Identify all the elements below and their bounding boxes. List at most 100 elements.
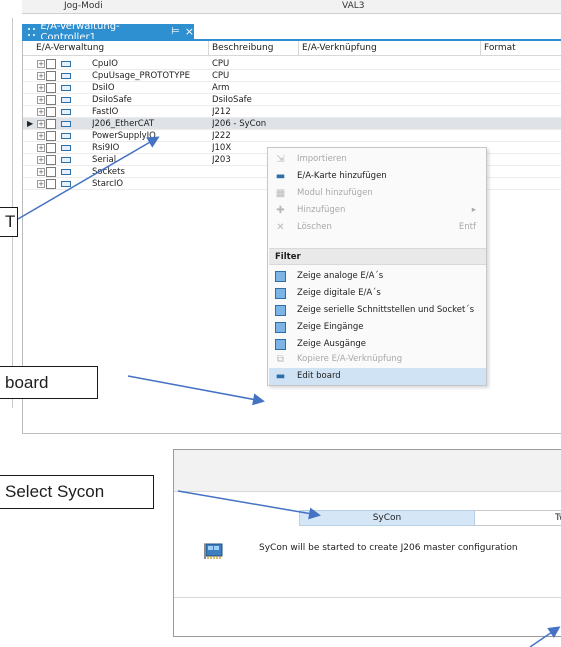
tab-twincat[interactable]: Twin: [475, 510, 561, 526]
add-icon: ✚: [276, 205, 285, 216]
row-name: Serial: [92, 155, 117, 165]
menu-item-analog-io[interactable]: Zeige analoge E/A´s: [269, 268, 486, 285]
column-header-format[interactable]: Format: [481, 41, 561, 55]
callout-select-sycon: Select Sycon: [0, 475, 154, 509]
menu-item-delete[interactable]: ✕ Löschen Entf: [269, 219, 486, 236]
edit-board-icon: ▬: [275, 371, 286, 382]
menu-item-label: Importieren: [297, 154, 347, 164]
table-row[interactable]: + CpuUsage_PROTOTYPE CPU: [23, 70, 561, 82]
row-checkbox[interactable]: [46, 107, 56, 117]
io-module-icon: [61, 133, 71, 139]
menu-item-label: Löschen: [297, 222, 332, 232]
io-module-icon: [61, 121, 71, 127]
expand-icon[interactable]: +: [37, 132, 45, 140]
expand-icon[interactable]: +: [37, 144, 45, 152]
row-name: J206_EtherCAT: [92, 119, 155, 129]
tab-sycon[interactable]: SyCon: [299, 510, 475, 526]
menu-item-copy[interactable]: ⧉ Kopiere E/A-Verknüpfung: [269, 351, 486, 368]
jog-mode-label: Jog-Modi: [64, 1, 103, 11]
column-header-io[interactable]: E/A-Verwaltung: [23, 41, 209, 55]
callout-t: T: [0, 207, 18, 237]
row-name: CpuUsage_PROTOTYPE: [92, 71, 190, 81]
row-checkbox[interactable]: [46, 179, 56, 189]
menu-item-import[interactable]: ⇲ Importieren: [269, 151, 486, 168]
context-menu: ⇲ Importieren ▬ E/A-Karte hinzufügen ▦ Modul …: [267, 147, 487, 386]
menu-item-label: Zeige Eingänge: [297, 322, 364, 332]
close-icon[interactable]: ×: [185, 25, 194, 38]
tab-io-management[interactable]: E/A-Verwaltung-Controller1 ⊨ ×: [22, 21, 194, 43]
analog-io-icon: [275, 271, 286, 282]
menu-item-label: Modul hinzufügen: [297, 188, 373, 198]
table-row[interactable]: + DsiIO Arm: [23, 82, 561, 94]
row-checkbox[interactable]: [46, 83, 56, 93]
row-name: PowerSupplyIO: [92, 131, 156, 141]
add-card-icon: ▬: [275, 171, 286, 182]
row-description: J212: [212, 107, 231, 117]
row-name: StarcIO: [92, 179, 124, 189]
table-row[interactable]: + PowerSupplyIO J222: [23, 130, 561, 142]
io-module-icon: [61, 97, 71, 103]
row-checkbox[interactable]: [46, 71, 56, 81]
board-card-icon: [204, 543, 223, 559]
add-module-icon: ▦: [275, 188, 286, 199]
header-divider: [23, 55, 561, 56]
top-strip: Jog-Modi VAL3: [22, 0, 561, 14]
table-row[interactable]: + CpuIO CPU: [23, 58, 561, 70]
io-module-icon: [61, 73, 71, 79]
expand-icon[interactable]: +: [37, 168, 45, 176]
filter-output-icon: [275, 339, 286, 350]
tab-grip-icon: [28, 27, 36, 36]
table-row[interactable]: + DsiIoSafe DsiIoSafe: [23, 94, 561, 106]
row-checkbox[interactable]: [46, 167, 56, 177]
expand-icon[interactable]: +: [37, 72, 45, 80]
row-description: J222: [212, 131, 231, 141]
digital-io-icon: [275, 288, 286, 299]
expand-icon[interactable]: +: [37, 180, 45, 188]
column-header-io-link[interactable]: E/A-Verknüpfung: [299, 41, 481, 55]
row-checkbox[interactable]: [46, 143, 56, 153]
menu-item-filter-input[interactable]: Zeige Eingänge: [269, 319, 486, 336]
sycon-dialog: SyCon Twin SyCon will be started to crea…: [173, 449, 561, 637]
expand-icon[interactable]: +: [37, 84, 45, 92]
menu-item-edit-board[interactable]: ▬ Edit board: [269, 368, 486, 385]
io-module-icon: [61, 169, 71, 175]
expand-icon[interactable]: +: [37, 60, 45, 68]
filter-input-icon: [275, 322, 286, 333]
io-module-icon: [61, 109, 71, 115]
val3-label: VAL3: [342, 1, 365, 11]
row-description: Arm: [212, 83, 230, 93]
expand-icon[interactable]: +: [37, 120, 45, 128]
pin-icon[interactable]: ⊨: [171, 26, 180, 37]
menu-item-label: Zeige digitale E/A´s: [297, 288, 381, 298]
expand-icon[interactable]: +: [37, 96, 45, 104]
row-checkbox[interactable]: [46, 131, 56, 141]
row-checkbox[interactable]: [46, 119, 56, 129]
row-checkbox[interactable]: [46, 155, 56, 165]
io-module-icon: [61, 61, 71, 67]
menu-item-label: E/A-Karte hinzufügen: [297, 171, 387, 181]
menu-item-add-card[interactable]: ▬ E/A-Karte hinzufügen: [269, 168, 486, 185]
menu-item-add[interactable]: ✚ Hinzufügen ▸: [269, 202, 486, 219]
menu-filter-header: Filter: [269, 248, 486, 265]
column-header-description[interactable]: Beschreibung: [209, 41, 299, 55]
expand-icon[interactable]: +: [37, 156, 45, 164]
io-module-icon: [61, 157, 71, 163]
menu-item-digital-io[interactable]: Zeige digitale E/A´s: [269, 285, 486, 302]
serial-socket-icon: [275, 305, 286, 316]
io-module-icon: [61, 181, 71, 187]
row-checkbox[interactable]: [46, 95, 56, 105]
row-name: Rsi9IO: [92, 143, 120, 153]
delete-icon: ✕: [276, 222, 285, 233]
menu-item-label: Hinzufügen: [297, 205, 346, 215]
table-row[interactable]: ▶ + J206_EtherCAT J206 - SyCon: [23, 118, 561, 130]
io-module-icon: [61, 145, 71, 151]
menu-item-add-module[interactable]: ▦ Modul hinzufügen: [269, 185, 486, 202]
table-row[interactable]: + FastIO J212: [23, 106, 561, 118]
row-description: CPU: [212, 59, 230, 69]
io-module-icon: [61, 85, 71, 91]
expand-icon[interactable]: +: [37, 108, 45, 116]
dialog-message: SyCon will be started to create J206 mas…: [259, 543, 518, 553]
menu-item-serial-socket[interactable]: Zeige serielle Schnittstellen und Socket…: [269, 302, 486, 319]
row-description: J206 - SyCon: [212, 119, 267, 129]
row-checkbox[interactable]: [46, 59, 56, 69]
